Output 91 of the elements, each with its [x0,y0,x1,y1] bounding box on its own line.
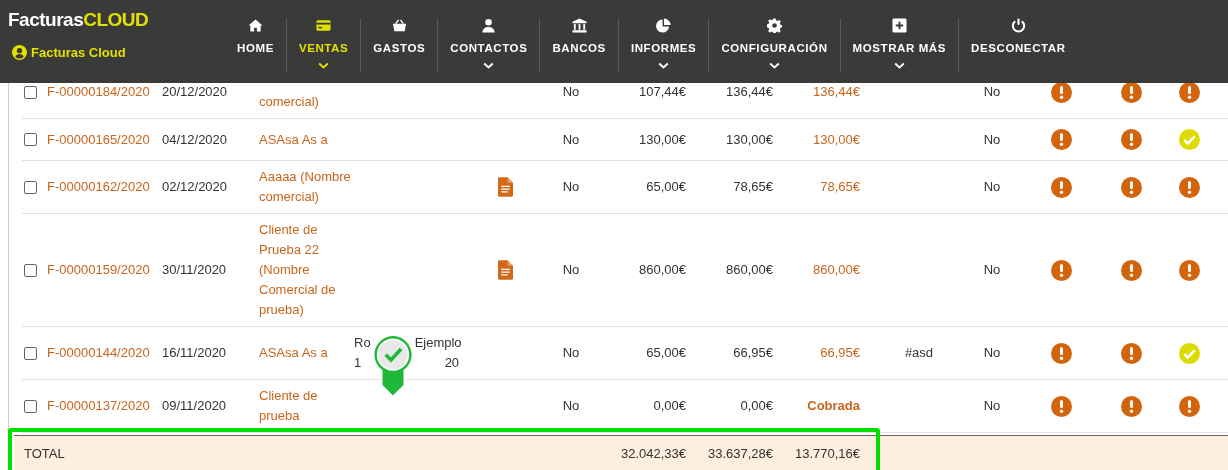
nav-item[interactable]: DESCONECTAR [958,18,1078,72]
document-icon[interactable] [497,177,513,197]
row-checkbox[interactable] [24,263,37,277]
amount-cell-text: 65,00€ [646,178,686,196]
client-link[interactable]: ASAsa As a [255,343,328,363]
document-icon[interactable] [497,260,513,280]
amount-cell-text: 78,65€ [733,178,773,196]
status-text: No [562,130,580,149]
status-text: No [562,397,580,415]
warning-icon[interactable] [1120,81,1142,103]
date-cell-text: 02/12/2020 [162,178,228,196]
amount-cell-text: 130,00€ [726,130,773,149]
user-menu[interactable]: Facturas Cloud [12,45,225,60]
total-amount: 32.042,33€ [620,445,686,463]
bank-icon [571,18,587,33]
row-checkbox[interactable] [24,180,37,194]
pending-amount: 78,65€ [820,178,860,196]
status-text: No [983,130,1001,149]
concept-text: Ro [354,334,371,352]
card-icon [316,18,332,33]
invoice-number-link[interactable]: F-00000159/2020 [44,260,150,280]
amount-cell-text: 65,00€ [646,344,686,362]
status-text: No [562,178,580,196]
date-cell-text: 16/11/2020 [162,344,227,362]
pending-amount: 136,44€ [813,83,860,101]
total-amount: 33.637,28€ [707,445,773,463]
user-icon [481,18,497,33]
gear-icon [766,18,782,33]
basket-icon [391,18,407,33]
status-text: No [562,344,580,362]
row-checkbox[interactable] [24,133,37,146]
amount-cell-text: 860,00€ [726,261,773,279]
concept-text: 20 [443,354,461,372]
tag-text: #asd [904,344,934,362]
invoice-number-link[interactable]: F-00000144/2020 [44,343,150,363]
row-checkbox[interactable] [24,85,37,99]
row-checkbox[interactable] [24,346,37,360]
concept-text: Ejemplo [413,334,462,352]
amount-cell-text: 107,44€ [639,83,686,101]
home-icon [247,18,263,33]
amount-cell-text: 0,00€ [740,397,773,415]
concept-text: 1 [354,354,363,372]
nav-item[interactable]: CONTACTOS [437,18,540,72]
client-link[interactable]: Cliente de prueba [255,386,352,426]
nav-item[interactable]: CONFIGURACIÓN [708,18,840,72]
pending-amount: Cobrada [807,397,860,415]
nav-item[interactable]: HOME [225,18,286,72]
amount-cell-text: 0,00€ [653,397,686,415]
client-link[interactable]: Aaaaa (Nombre comercial) [255,167,352,207]
row-checkbox[interactable] [24,399,37,413]
nav-item[interactable]: GASTOS [360,18,438,72]
check-icon[interactable] [1178,129,1200,150]
invoice-number-link[interactable]: F-00000137/2020 [44,396,150,416]
pending-amount: 860,00€ [813,261,860,279]
warning-icon[interactable] [1178,81,1200,103]
nav-item[interactable]: INFORMES [617,18,709,72]
amount-cell-text: 860,00€ [639,261,686,279]
client-link[interactable]: Cliente de Prueba 22 (Nombre Comercial de prueba) [255,220,352,320]
status-text: No [983,178,1001,196]
pending-amount: 130,00€ [813,130,860,149]
invoice-number-link[interactable]: F-00000165/2020 [44,129,150,150]
client-link[interactable]: ASAsa As a [255,129,328,150]
total-amount: 13.770,16€ [794,445,860,463]
date-cell-text: 20/12/2020 [162,83,228,101]
warning-icon[interactable] [1050,81,1072,103]
check-icon[interactable] [1178,342,1200,364]
amount-cell-text: 136,44€ [726,83,773,101]
status-text: No [983,261,1001,279]
user-avatar-icon [12,45,27,60]
logo[interactable]: FacturasCLOUD [8,9,225,31]
pie-icon [656,18,672,33]
client-link[interactable]: comercial) [255,92,319,112]
date-cell-text: 09/11/2020 [162,397,227,415]
nav-item[interactable]: VENTAS [285,18,361,72]
nav-item[interactable]: MOSTRAR MÁS [839,18,959,72]
power-icon [1010,18,1026,33]
date-cell-text: 30/11/2020 [162,261,227,279]
invoice-number-link[interactable]: F-00000162/2020 [44,177,150,197]
pending-amount: 66,95€ [820,344,860,362]
status-text: No [562,83,580,101]
total-label: TOTAL [24,445,65,463]
amount-cell-text: 130,00€ [639,130,686,149]
status-text: No [562,261,580,279]
status-text: No [983,397,1001,415]
nav-item[interactable]: BANCOS [539,18,618,72]
status-text: No [983,83,1001,101]
plus-icon [891,18,907,33]
invoice-number-link[interactable]: F-00000184/2020 [44,82,150,102]
date-cell-text: 04/12/2020 [162,130,228,149]
status-text: No [983,344,1001,362]
amount-cell-text: 66,95€ [733,344,773,362]
